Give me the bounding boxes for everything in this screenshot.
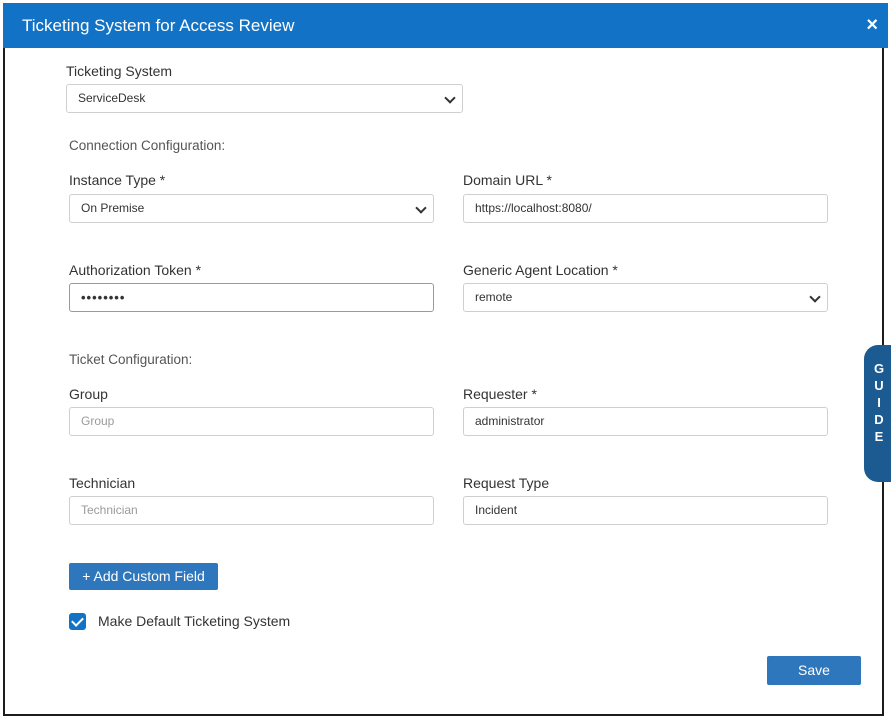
auth-token-input[interactable]: ••••••••: [69, 283, 434, 312]
add-custom-field-button[interactable]: + Add Custom Field: [69, 563, 218, 590]
request-type-input[interactable]: Incident: [463, 496, 828, 525]
domain-url-label: Domain URL *: [463, 172, 552, 188]
instance-type-label: Instance Type *: [69, 172, 166, 188]
guide-letter: D: [874, 412, 884, 427]
default-checkbox[interactable]: [69, 613, 86, 630]
guide-tab[interactable]: G U I D E: [864, 345, 891, 482]
instance-type-select[interactable]: On Premise: [69, 194, 434, 223]
modal-title: Ticketing System for Access Review: [22, 16, 295, 35]
requester-input[interactable]: administrator: [463, 407, 828, 436]
guide-letter: U: [874, 378, 884, 393]
default-checkbox-label: Make Default Ticketing System: [98, 613, 291, 629]
close-icon[interactable]: ×: [866, 13, 878, 37]
ticket-config-heading: Ticket Configuration:: [69, 352, 193, 367]
chevron-down-icon: [415, 202, 427, 214]
guide-letter: I: [877, 395, 881, 410]
agent-location-value: remote: [475, 290, 513, 304]
auth-token-label: Authorization Token *: [69, 262, 202, 278]
ticketing-system-select[interactable]: ServiceDesk: [66, 84, 463, 113]
modal-header: Ticketing System for Access Review ×: [3, 3, 888, 48]
save-button[interactable]: Save: [767, 656, 861, 685]
request-type-label: Request Type: [463, 475, 550, 491]
chevron-down-icon: [809, 291, 821, 303]
instance-type-value: On Premise: [81, 201, 145, 215]
requester-label: Requester *: [463, 386, 537, 402]
domain-url-input[interactable]: https://localhost:8080/: [463, 194, 828, 223]
group-label: Group: [69, 386, 108, 402]
guide-letter: G: [873, 361, 885, 376]
group-input[interactable]: Group: [69, 407, 434, 436]
connection-config-heading: Connection Configuration:: [69, 138, 226, 153]
technician-input[interactable]: Technician: [69, 496, 434, 525]
guide-letter: E: [874, 429, 884, 444]
technician-label: Technician: [69, 475, 136, 491]
agent-location-label: Generic Agent Location *: [463, 262, 618, 278]
ticketing-system-label: Ticketing System: [66, 63, 173, 79]
ticketing-system-value: ServiceDesk: [78, 91, 146, 105]
agent-location-select[interactable]: remote: [463, 283, 828, 312]
chevron-down-icon: [444, 92, 456, 104]
